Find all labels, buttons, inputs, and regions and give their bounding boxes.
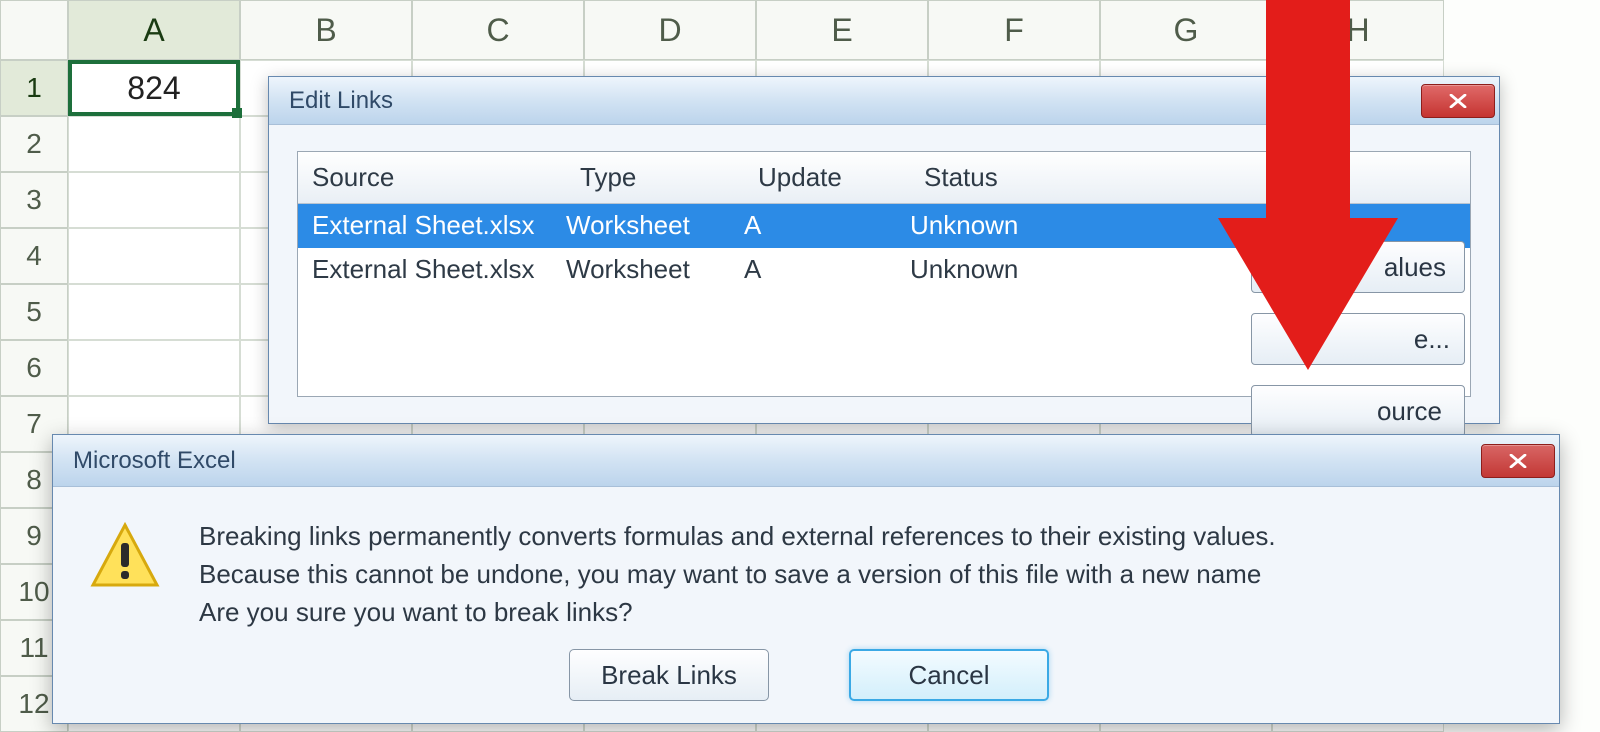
excel-message-text: Breaking links permanently converts form… xyxy=(199,517,1276,631)
open-source-label: ource xyxy=(1252,396,1464,427)
column-header-d[interactable]: D xyxy=(584,0,756,60)
warning-icon xyxy=(89,521,161,593)
excel-message-dialog: Microsoft Excel Breaking links permanent… xyxy=(52,434,1560,724)
cell[interactable] xyxy=(68,340,240,396)
column-header-b[interactable]: B xyxy=(240,0,412,60)
edit-links-title: Edit Links xyxy=(289,87,393,115)
links-header-type[interactable]: Type xyxy=(566,152,744,203)
excel-message-titlebar[interactable]: Microsoft Excel xyxy=(53,435,1559,487)
cell[interactable] xyxy=(68,284,240,340)
cell[interactable] xyxy=(68,116,240,172)
row-header-4[interactable]: 4 xyxy=(0,228,68,284)
links-cell-type: Worksheet xyxy=(566,248,744,292)
excel-message-title: Microsoft Excel xyxy=(73,447,236,475)
links-cell-update: A xyxy=(744,204,910,248)
row-header-2[interactable]: 2 xyxy=(0,116,68,172)
row-header-1[interactable]: 1 xyxy=(0,60,68,116)
column-header-a[interactable]: A xyxy=(68,0,240,60)
links-header-update[interactable]: Update xyxy=(744,152,910,203)
column-header-c[interactable]: C xyxy=(412,0,584,60)
cancel-button[interactable]: Cancel xyxy=(849,649,1049,701)
excel-message-close-button[interactable] xyxy=(1481,444,1555,478)
links-header-source[interactable]: Source xyxy=(298,152,566,203)
break-links-button[interactable]: Break Links xyxy=(569,649,769,701)
row-header-3[interactable]: 3 xyxy=(0,172,68,228)
close-icon xyxy=(1508,454,1528,468)
row-header-6[interactable]: 6 xyxy=(0,340,68,396)
row-header-5[interactable]: 5 xyxy=(0,284,68,340)
links-cell-update: A xyxy=(744,248,910,292)
select-all-corner[interactable] xyxy=(0,0,68,60)
cell[interactable] xyxy=(68,172,240,228)
cell-a1[interactable]: 824 xyxy=(68,60,240,116)
links-cell-source: External Sheet.xlsx xyxy=(298,248,566,292)
cell[interactable] xyxy=(68,228,240,284)
links-cell-source: External Sheet.xlsx xyxy=(298,204,566,248)
close-icon xyxy=(1448,94,1468,108)
links-cell-type: Worksheet xyxy=(566,204,744,248)
edit-links-close-button[interactable] xyxy=(1421,84,1495,118)
open-source-button[interactable]: ource xyxy=(1251,385,1465,437)
red-arrow-icon xyxy=(1218,0,1398,386)
column-header-f[interactable]: F xyxy=(928,0,1100,60)
column-header-e[interactable]: E xyxy=(756,0,928,60)
